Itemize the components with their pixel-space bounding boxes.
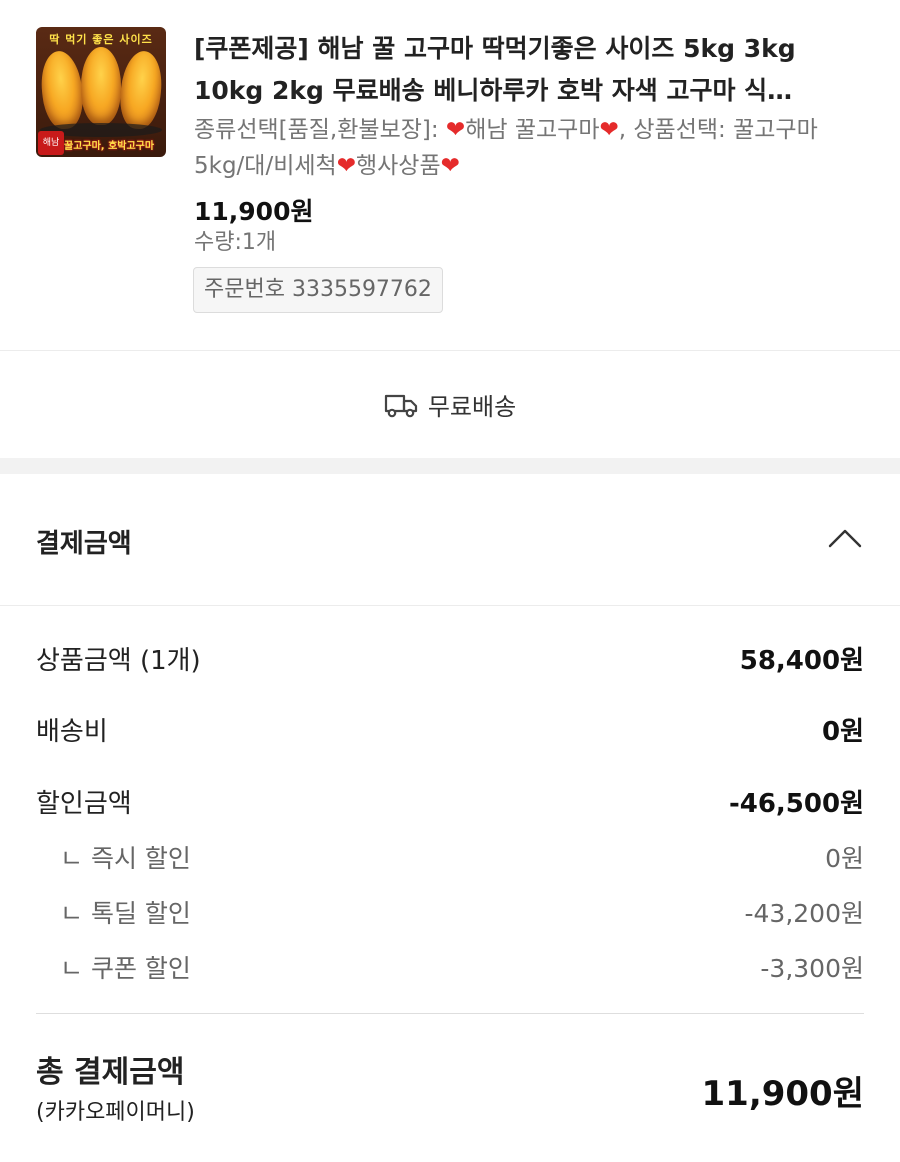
discount-sub-row-talkdeal: ㄴ 톡딜 할인 -43,200원: [36, 894, 864, 930]
payment-method: (카카오페이머니): [36, 1100, 195, 1125]
total-amount: 11,900원: [701, 1074, 864, 1114]
row-value: -43,200원: [744, 899, 865, 928]
row-label: 상품금액 (1개): [36, 646, 201, 676]
row-value: 0원: [825, 844, 864, 873]
discount-sub-row-instant: ㄴ 즉시 할인 0원: [36, 839, 864, 875]
row-value: -46,500원: [728, 789, 864, 819]
truck-icon: [384, 394, 417, 417]
row-label: ㄴ 즉시 할인: [60, 844, 191, 873]
payment-row-discount: 할인금액 -46,500원: [36, 783, 864, 820]
sweet-potato-image: [38, 49, 86, 131]
product-card[interactable]: 딱 먹기 좋은 사이즈 해남 꿀고구마, 호박고구마 [쿠폰제공] 해남 꿀 고…: [0, 0, 900, 350]
row-label: 배송비: [36, 717, 108, 747]
option-text: 해남 꿀고구마: [465, 117, 600, 143]
row-label: ㄴ 톡딜 할인: [60, 899, 191, 928]
total-label: 총 결제금액: [36, 1055, 185, 1090]
heart-icon: ❤: [445, 117, 466, 143]
heart-icon: ❤: [599, 117, 619, 143]
row-value: 58,400원: [739, 646, 864, 676]
heart-icon: ❤: [440, 153, 460, 179]
row-label: ㄴ 쿠폰 할인: [60, 954, 191, 983]
discount-sub-row-coupon: ㄴ 쿠폰 할인 -3,300원: [36, 949, 864, 985]
thumbnail-logo: 해남: [38, 131, 64, 155]
thumbnail-caption: 꿀고구마, 호박고구마: [64, 141, 155, 152]
divider: [36, 1013, 864, 1014]
section-gap: [0, 458, 900, 474]
product-quantity: 수량:1개: [194, 230, 277, 255]
payment-row-shipping-fee: 배송비 0원: [36, 711, 864, 748]
sweet-potato-image: [81, 47, 121, 125]
sweet-potato-image: [117, 49, 165, 131]
product-title[interactable]: [쿠폰제공] 해남 꿀 고구마 딱먹기좋은 사이즈 5kg 3kg 10kg 2…: [194, 28, 864, 112]
row-value: 0원: [821, 717, 864, 747]
option-text: 종류선택[품질,환불보장]:: [194, 117, 446, 143]
shipping-row: 무료배송: [0, 351, 900, 458]
heart-icon: ❤: [336, 153, 356, 179]
payment-title: 결제금액: [36, 529, 132, 559]
payment-row-product-amount: 상품금액 (1개) 58,400원: [36, 640, 864, 677]
shipping-label: 무료배송: [427, 393, 517, 421]
product-option: 종류선택[품질,환불보장]: ❤해남 꿀고구마❤, 상품선택: 꿀고구마 5kg…: [194, 112, 874, 184]
row-label: 할인금액: [36, 789, 132, 819]
divider: [0, 605, 900, 606]
chevron-up-icon[interactable]: [826, 526, 864, 550]
thumbnail-banner-text: 딱 먹기 좋은 사이즈: [49, 33, 153, 46]
product-thumbnail[interactable]: 딱 먹기 좋은 사이즈 해남 꿀고구마, 호박고구마: [36, 27, 166, 157]
row-value: -3,300원: [760, 954, 864, 983]
product-price: 11,900원: [194, 197, 314, 226]
payment-header[interactable]: 결제금액: [0, 474, 900, 605]
order-number-badge: 주문번호 3335597762: [193, 267, 443, 313]
option-text: 행사상품: [355, 153, 441, 179]
order-detail-page: 딱 먹기 좋은 사이즈 해남 꿀고구마, 호박고구마 [쿠폰제공] 해남 꿀 고…: [0, 0, 900, 1162]
